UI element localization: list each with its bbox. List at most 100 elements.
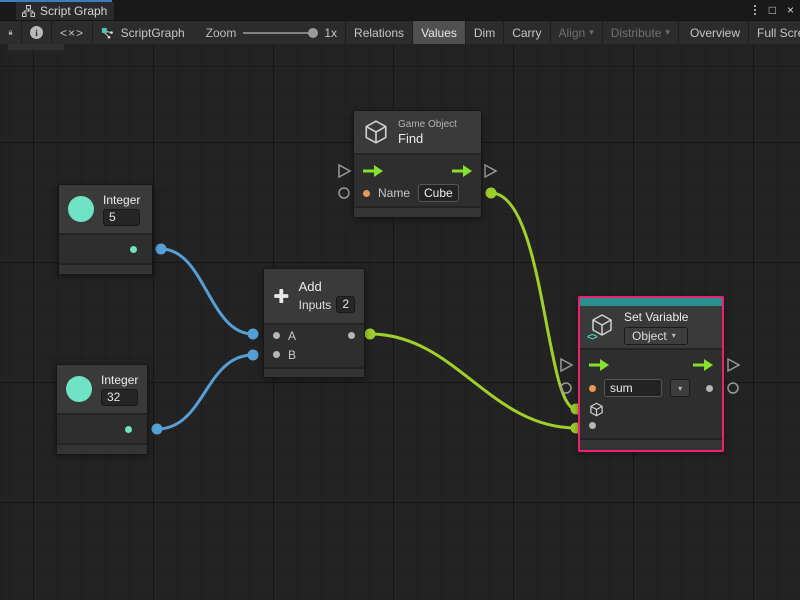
exec-out-arrow-icon[interactable] <box>452 165 472 177</box>
selection-accent-strip <box>580 298 722 306</box>
setvariable-name-in-port[interactable] <box>561 383 571 393</box>
wire-endpoint <box>365 329 376 340</box>
tab-bar: Script Graph □ × <box>0 0 800 20</box>
distribute-button[interactable]: Distribute ▾ <box>603 21 679 44</box>
tab-label: Script Graph <box>40 4 107 18</box>
find-exec-in-port[interactable] <box>339 165 350 177</box>
setvariable-value-out-port[interactable] <box>728 383 738 393</box>
inspect-button[interactable]: i <box>22 21 52 44</box>
variable-name-port[interactable] <box>589 385 596 392</box>
node-title: Set Variable <box>624 310 688 324</box>
find-name-in-port[interactable] <box>339 188 349 198</box>
wire-integer32-to-add-b[interactable] <box>157 355 253 429</box>
dim-label: Dim <box>474 26 495 40</box>
inputs-count-field[interactable]: 2 <box>336 296 355 313</box>
wire-find-to-setvariable-object[interactable] <box>491 193 576 409</box>
node-footer <box>354 208 481 217</box>
chevron-down-icon: ▾ <box>678 384 682 393</box>
variable-scope-dropdown[interactable]: Object ▾ <box>624 327 688 345</box>
wire-add-to-setvariable-value[interactable] <box>370 334 576 428</box>
name-param-field[interactable]: Cube <box>418 184 459 202</box>
port-label-a: A <box>288 329 296 343</box>
maximize-icon[interactable]: □ <box>769 0 776 20</box>
fullscreen-button[interactable]: Full Screen <box>749 21 800 44</box>
values-button[interactable]: Values <box>413 21 466 44</box>
graph-name[interactable]: ScriptGraph <box>121 26 185 40</box>
value-input-port[interactable] <box>589 422 596 429</box>
align-label: Align <box>559 26 586 40</box>
zoom-value: 1x <box>324 26 337 40</box>
node-footer <box>580 440 722 450</box>
relations-label: Relations <box>354 26 404 40</box>
graph-toolbar: i <×> ScriptGraph Zoom 1x Relations Valu… <box>0 20 800 44</box>
port-label-b: B <box>288 348 296 362</box>
exec-in-arrow-icon[interactable] <box>363 165 383 177</box>
setvariable-exec-in-port[interactable] <box>561 359 572 371</box>
dim-button[interactable]: Dim <box>466 21 504 44</box>
node-integer-5[interactable]: Integer 5 <box>58 184 153 275</box>
carry-button[interactable]: Carry <box>504 21 550 44</box>
find-exec-out-port[interactable] <box>485 165 496 177</box>
overview-button[interactable]: Overview <box>682 21 749 44</box>
graph-reference-segment: ScriptGraph Zoom 1x <box>93 21 346 44</box>
node-set-variable[interactable]: <> Set Variable Object ▾ <box>578 296 724 452</box>
integer-value-field[interactable]: 32 <box>101 389 138 406</box>
script-graph-icon <box>101 26 114 40</box>
code-angle-icon: <×> <box>60 26 84 40</box>
exec-in-arrow-icon[interactable] <box>589 359 609 371</box>
node-title: Find <box>398 131 457 146</box>
add-output-port[interactable] <box>348 332 355 339</box>
fullscreen-label: Full Screen <box>757 26 800 40</box>
chevron-down-icon: ▾ <box>665 27 670 38</box>
script-graph-window: Script Graph □ × i <×> <box>0 0 800 600</box>
node-gameobject-find[interactable]: Game Object Find Name <box>353 110 482 218</box>
integer-output-port[interactable] <box>130 246 137 253</box>
object-input-icon[interactable] <box>589 402 604 417</box>
chevron-down-icon: ▾ <box>589 27 594 38</box>
add-input-a-port[interactable] <box>273 332 280 339</box>
wire-endpoint <box>152 424 163 435</box>
zoom-slider-track <box>243 32 317 34</box>
integer-type-icon <box>66 376 92 402</box>
relations-button[interactable]: Relations <box>346 21 413 44</box>
variable-name-field[interactable]: sum <box>604 379 662 397</box>
menu-icon[interactable] <box>752 5 758 15</box>
name-input-port[interactable] <box>363 190 370 197</box>
window-controls: □ × <box>752 0 794 20</box>
lock-icon <box>8 26 13 39</box>
variable-name-dropdown-button[interactable]: ▾ <box>670 379 690 397</box>
name-param-label: Name <box>378 186 410 200</box>
wire-endpoint <box>248 329 259 340</box>
integer-value-field[interactable]: 5 <box>103 209 140 226</box>
node-title: Integer <box>101 373 138 387</box>
add-icon <box>273 284 290 308</box>
variable-value-out-port[interactable] <box>706 385 713 392</box>
node-add[interactable]: Add Inputs 2 A B <box>263 268 365 378</box>
carry-label: Carry <box>512 26 541 40</box>
node-footer <box>57 445 147 454</box>
graph-canvas[interactable]: Integer 5 Integer 32 <box>0 44 800 600</box>
scope-label: Object <box>632 329 667 343</box>
info-icon: i <box>30 26 43 39</box>
overview-label: Overview <box>690 26 740 40</box>
graph-hierarchy-icon <box>22 5 35 17</box>
node-category: Game Object <box>398 119 457 130</box>
add-input-b-port[interactable] <box>273 351 280 358</box>
exec-out-arrow-icon[interactable] <box>693 359 713 371</box>
distribute-label: Distribute <box>611 26 662 40</box>
align-button[interactable]: Align ▾ <box>551 21 603 44</box>
zoom-slider-handle[interactable] <box>308 28 318 38</box>
integer-type-icon <box>68 196 94 222</box>
chevron-down-icon: ▾ <box>672 331 676 340</box>
setvariable-exec-out-port[interactable] <box>728 359 739 371</box>
node-footer <box>59 265 152 274</box>
close-icon[interactable]: × <box>787 0 794 20</box>
wire-integer5-to-add-a[interactable] <box>161 249 253 334</box>
canvas-top-strip <box>8 44 64 50</box>
tab-script-graph[interactable]: Script Graph <box>16 2 114 20</box>
lock-button[interactable] <box>0 21 22 44</box>
zoom-slider[interactable] <box>243 28 317 38</box>
code-view-button[interactable]: <×> <box>52 21 93 44</box>
node-integer-32[interactable]: Integer 32 <box>56 364 148 455</box>
integer-output-port[interactable] <box>125 426 132 433</box>
